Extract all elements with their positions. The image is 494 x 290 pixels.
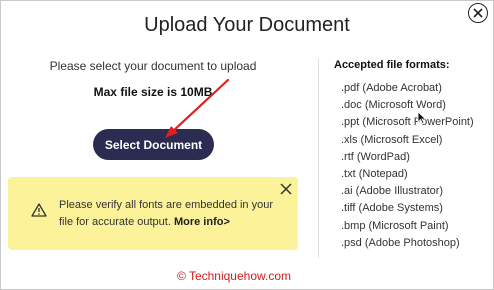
close-icon[interactable] xyxy=(468,3,488,23)
formats-title: Accepted file formats: xyxy=(334,59,450,71)
more-info-link[interactable]: More info> xyxy=(174,216,230,228)
watermark-credit: © Techniquehow.com xyxy=(176,269,292,283)
column-divider xyxy=(318,58,319,258)
max-file-size: Max file size is 10MB xyxy=(93,85,213,99)
upload-instruction: Please select your document to upload xyxy=(49,59,257,73)
format-item: .xls (Microsoft Excel) xyxy=(341,133,443,146)
mouse-cursor-icon xyxy=(417,111,427,125)
format-item: .pdf (Adobe Acrobat) xyxy=(341,82,442,94)
format-item: .doc (Microsoft Word) xyxy=(341,99,446,112)
warning-triangle-icon xyxy=(31,203,47,217)
close-warning-icon[interactable] xyxy=(279,182,293,196)
select-document-button[interactable]: Select Document xyxy=(93,129,214,160)
warning-box: Please verify all fonts are embedded in … xyxy=(8,177,298,250)
format-item: .bmp (Microsoft Paint) xyxy=(341,219,449,232)
format-item: .psd (Adobe Photoshop) xyxy=(341,236,460,249)
dialog-title: Upload Your Document xyxy=(144,14,350,36)
format-item: .txt (Notepad) xyxy=(341,168,408,181)
formats-list: .pdf (Adobe Acrobat) .doc (Microsoft Wor… xyxy=(341,80,474,252)
format-item: .ai (Adobe Illustrator) xyxy=(341,185,444,198)
format-item: .ppt (Microsoft PowerPoint) xyxy=(341,116,474,129)
warning-message: Please verify all fonts are embedded in … xyxy=(59,197,281,231)
format-item: .rtf (WordPad) xyxy=(341,150,410,163)
warning-text: Please verify all fonts are embedded in … xyxy=(59,199,274,228)
format-item: .tiff (Adobe Systems) xyxy=(341,202,443,215)
